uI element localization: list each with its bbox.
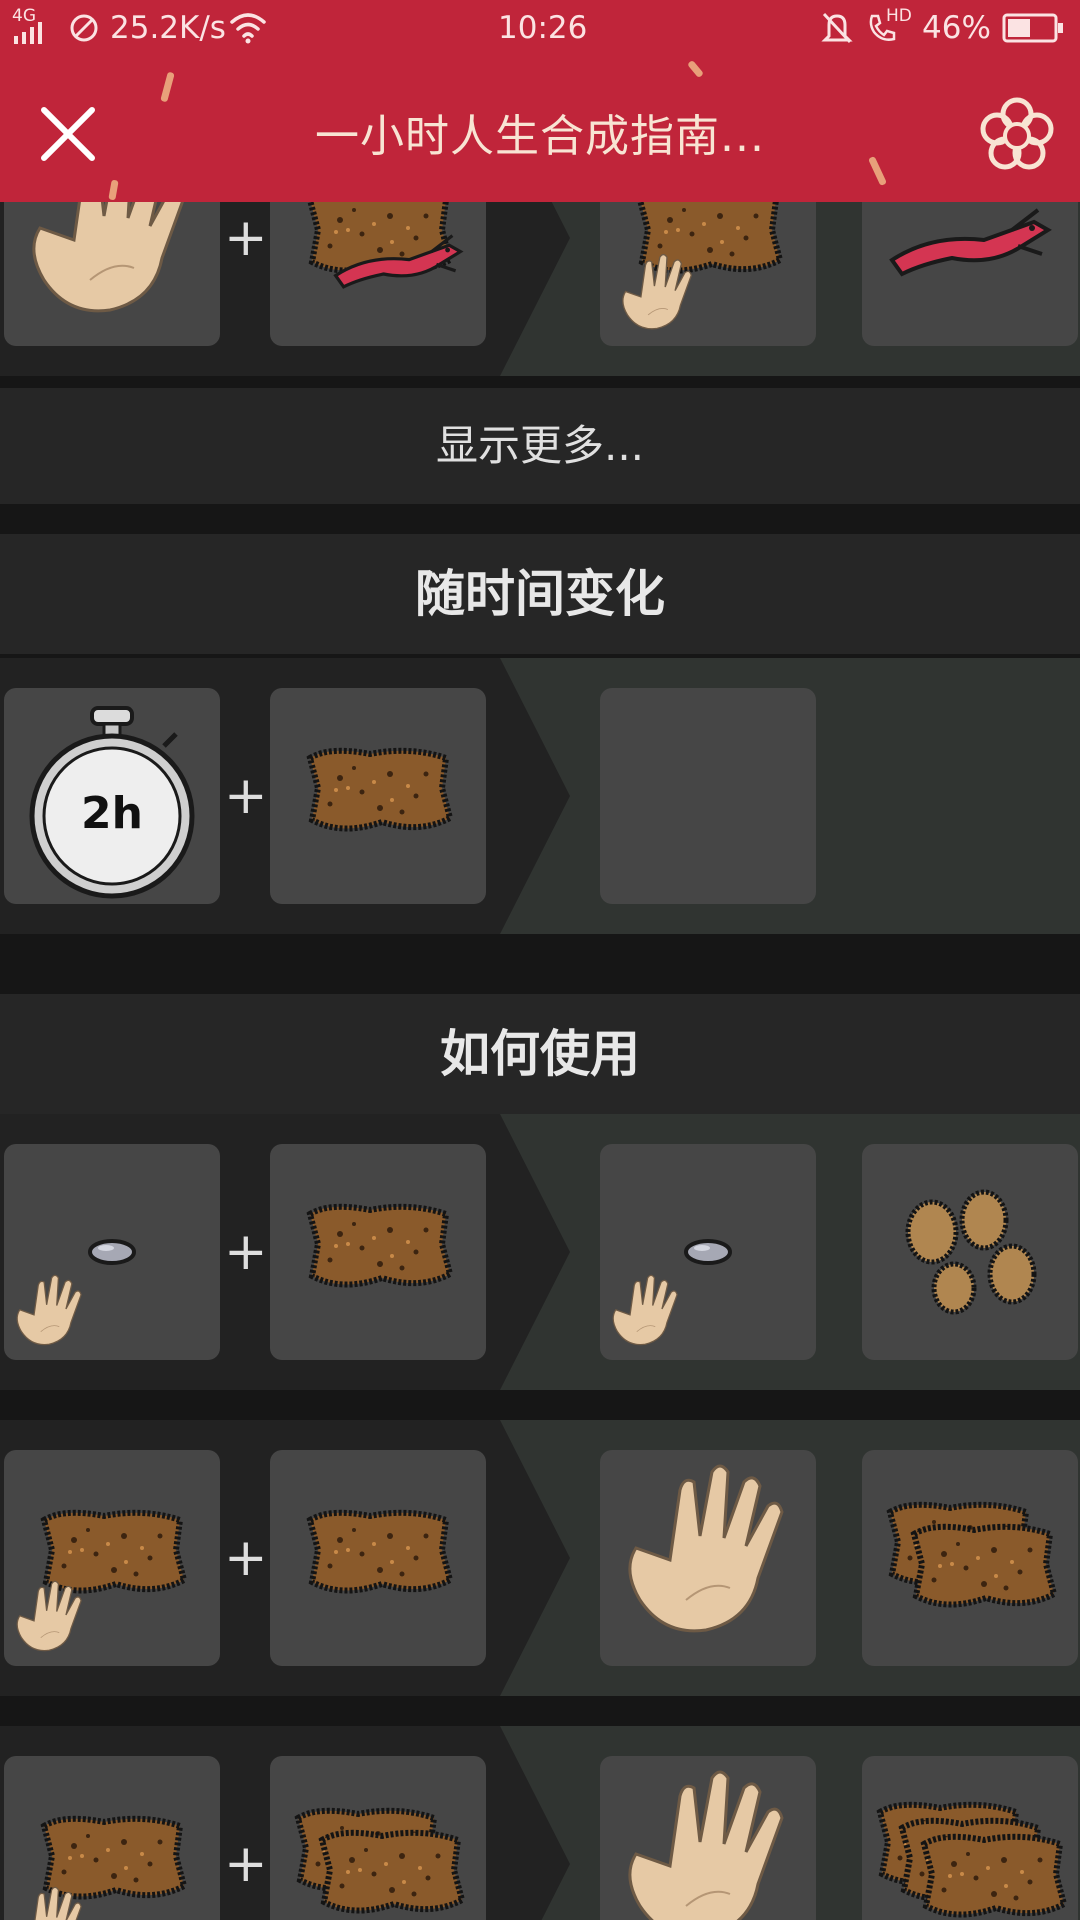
timer-label: 2h (81, 788, 143, 839)
title-bar: 一小时人生合成指南... (0, 56, 1080, 202)
plus-icon: + (224, 208, 268, 268)
show-more-button[interactable]: 显示更多... (0, 388, 1080, 504)
mute-bell-icon (821, 12, 853, 44)
signal-icon (14, 22, 42, 44)
result-tile[interactable] (862, 202, 1078, 346)
fur-pelt-icon (270, 688, 486, 904)
ingredient-tile[interactable] (4, 1450, 220, 1666)
hand-icon (600, 1450, 816, 1666)
ingredient-tile[interactable] (4, 1756, 220, 1920)
ingredient-tile[interactable] (270, 1756, 486, 1920)
recipe-list: + 显示更多... 随时间变化 2h + 如何使用 + + + (0, 202, 1080, 1920)
confetti-decoration (687, 59, 704, 79)
result-tile[interactable] (600, 1450, 816, 1666)
network-speed: 25.2K/s (110, 10, 226, 46)
hand-icon (600, 1756, 816, 1920)
ingredient-tile[interactable] (270, 202, 486, 346)
ingredient-tile[interactable] (270, 1144, 486, 1360)
section-header-how-to-use: 如何使用 (0, 994, 1080, 1114)
plus-icon: + (224, 1222, 268, 1282)
page-title: 一小时人生合成指南... (315, 111, 765, 162)
fur-pelt-icon (270, 1144, 486, 1360)
clock: 10:26 (498, 10, 588, 46)
result-tile[interactable] (600, 688, 816, 904)
flower-icon[interactable] (976, 94, 1058, 176)
result-tile[interactable] (600, 202, 816, 346)
ingredient-tile[interactable] (270, 1450, 486, 1666)
battery-percent: 46% (922, 10, 991, 46)
ingredient-tile[interactable] (4, 1144, 220, 1360)
confetti-decoration (108, 179, 119, 201)
ingredient-tile[interactable]: 2h (4, 688, 220, 904)
status-bar: 4G 25.2K/s 10:26 HD 46% (0, 0, 1080, 56)
hand-icon (5, 1881, 96, 1920)
recipe-row[interactable]: + (0, 1726, 1080, 1920)
result-tile[interactable] (600, 1144, 816, 1360)
red-lizard-icon (862, 202, 1078, 346)
hand-icon (5, 1269, 96, 1360)
hand-icon (4, 202, 220, 346)
plus-icon: + (224, 1528, 268, 1588)
red-lizard-icon (312, 202, 485, 344)
fur-pelt-icon (884, 1774, 1080, 1920)
hand-icon (601, 1269, 692, 1360)
recipe-row[interactable]: + (0, 202, 1080, 376)
ingredient-tile[interactable] (270, 688, 486, 904)
recipe-row[interactable]: + (0, 1420, 1080, 1696)
fur-pelt-icon (874, 1464, 1080, 1680)
fur-pieces-icon (862, 1144, 1078, 1360)
result-tile[interactable] (862, 1144, 1078, 1360)
hand-icon (609, 247, 706, 344)
result-tile[interactable] (862, 1450, 1078, 1666)
hand-icon (5, 1575, 96, 1666)
recipe-row[interactable]: 2h + (0, 658, 1080, 934)
plus-icon: + (224, 766, 268, 826)
ingredient-tile[interactable] (4, 202, 220, 346)
fur-pelt-icon (270, 1450, 486, 1666)
no-sim-icon (70, 14, 98, 42)
result-tile[interactable] (600, 1756, 816, 1920)
result-tile[interactable] (862, 1756, 1078, 1920)
wifi-icon (230, 13, 266, 44)
battery-icon (1002, 13, 1063, 43)
confetti-decoration (160, 71, 175, 103)
recipe-row[interactable]: + (0, 1114, 1080, 1390)
section-header-over-time: 随时间变化 (0, 534, 1080, 654)
call-quality: HD (886, 6, 912, 26)
fur-pelt-icon (282, 1770, 498, 1920)
